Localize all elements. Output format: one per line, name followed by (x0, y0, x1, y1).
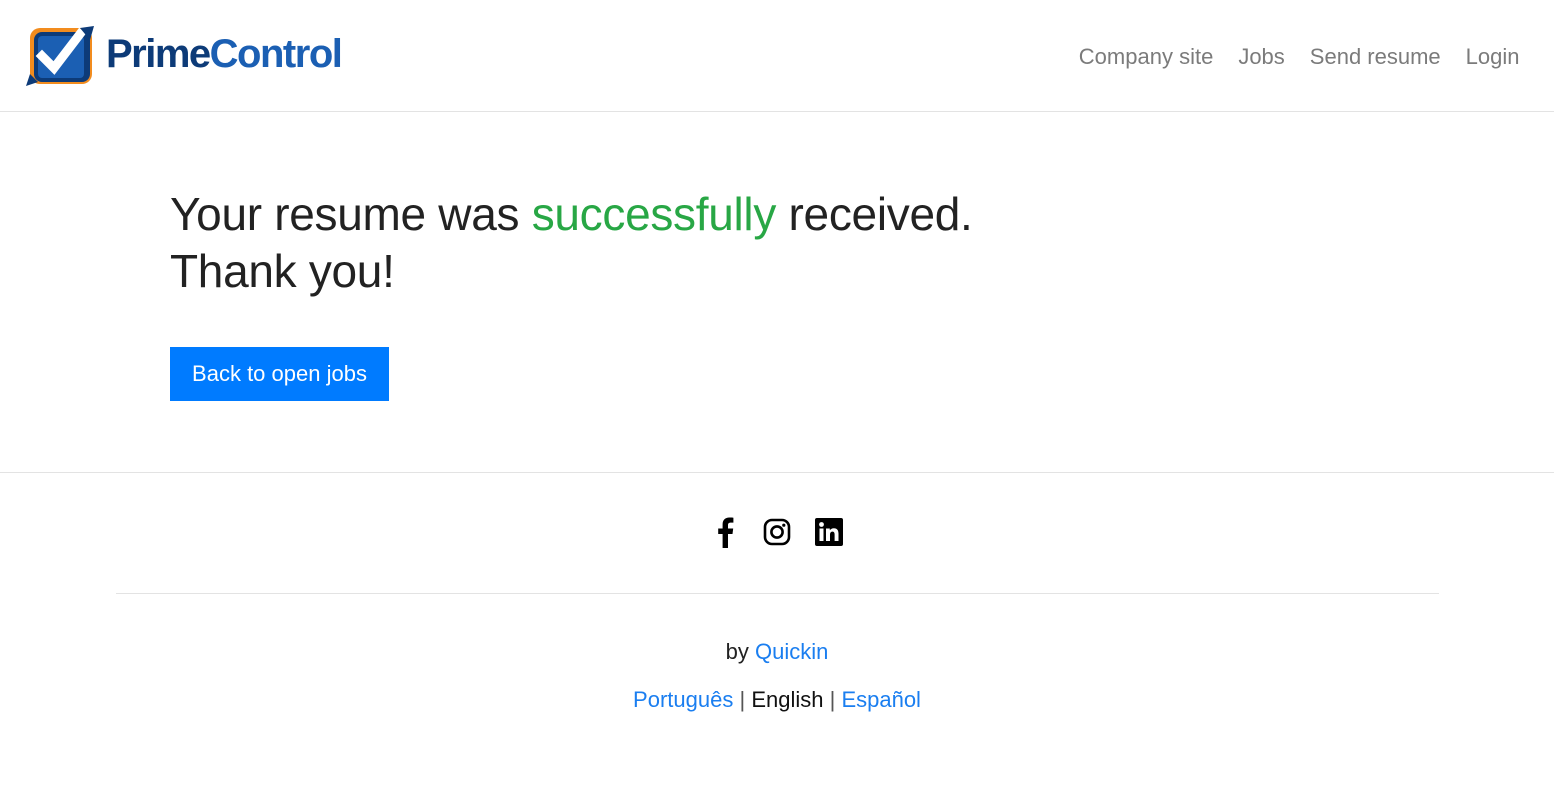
nav-jobs[interactable]: Jobs (1226, 40, 1297, 74)
prime-control-logo[interactable]: PrimeControl (24, 20, 343, 92)
back-to-jobs-button[interactable]: Back to open jobs (170, 347, 389, 401)
footer-border (0, 472, 1554, 473)
confirmation-section: Your resume was successfully received. T… (170, 186, 973, 300)
credit-line: by Quickin (0, 636, 1554, 668)
top-navbar: PrimeControl Company site Jobs Send resu… (0, 0, 1554, 112)
social-links (0, 515, 1554, 549)
message-highlight: successfully (531, 188, 777, 240)
checkmark-logo-icon (26, 26, 94, 86)
lang-portuguese[interactable]: Português (633, 687, 733, 712)
credit-prefix: by (725, 639, 755, 664)
nav-login[interactable]: Login (1453, 40, 1532, 74)
quickin-link[interactable]: Quickin (755, 639, 828, 664)
lang-english: English (751, 687, 824, 712)
facebook-link[interactable] (708, 515, 742, 549)
linkedin-link[interactable] (812, 515, 846, 549)
facebook-icon (718, 517, 734, 548)
brand-name: PrimeControl (106, 31, 343, 77)
message-part1: Your resume was (170, 188, 532, 240)
nav-company-site[interactable]: Company site (1066, 40, 1226, 74)
instagram-link[interactable] (760, 515, 794, 549)
confirmation-message: Your resume was successfully received. T… (170, 186, 973, 300)
lang-separator: | (739, 687, 746, 712)
brand-name-bold: Prime (106, 31, 211, 76)
footer-divider (116, 593, 1439, 594)
lang-separator: | (829, 687, 836, 712)
message-line2: Thank you! (170, 245, 395, 297)
nav-send-resume[interactable]: Send resume (1297, 40, 1453, 74)
language-switcher: Português | English | Español (0, 684, 1554, 716)
message-part2: received. (776, 188, 973, 240)
linkedin-icon (815, 518, 843, 546)
brand-name-light: Control (209, 31, 343, 76)
main-nav: Company site Jobs Send resume Login (1066, 40, 1532, 74)
lang-spanish[interactable]: Español (841, 687, 921, 712)
instagram-icon (763, 518, 791, 546)
